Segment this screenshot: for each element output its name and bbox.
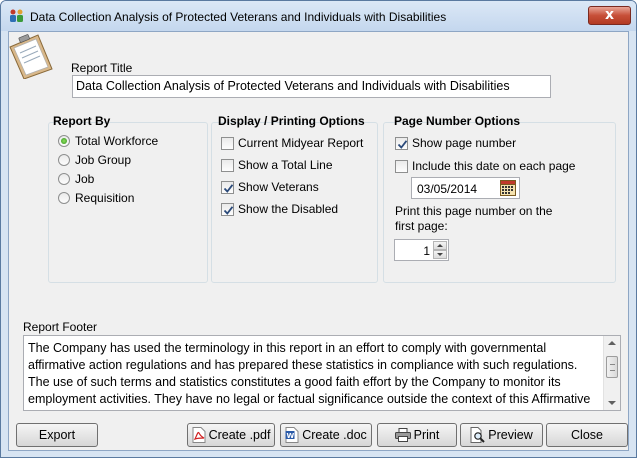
- window-title: Data Collection Analysis of Protected Ve…: [30, 10, 447, 24]
- button-label: Create .pdf: [208, 428, 271, 442]
- create-doc-button[interactable]: W Create .doc: [280, 423, 372, 447]
- checkbox-label: Show the Disabled: [238, 202, 339, 216]
- page-number-heading: Page Number Options: [394, 114, 521, 128]
- date-picker-field[interactable]: 03/05/2014: [411, 177, 520, 199]
- clipboard-icon: [9, 34, 53, 79]
- dialog-window: Data Collection Analysis of Protected Ve…: [0, 0, 637, 458]
- close-button[interactable]: Close: [546, 423, 628, 447]
- report-by-heading: Report By: [53, 114, 111, 128]
- radio-label: Job: [75, 172, 95, 186]
- checkmark-icon: [395, 137, 408, 150]
- checkbox-icon: [221, 137, 234, 150]
- first-page-number-label: Print this page number on the first page…: [395, 204, 553, 233]
- checkmark-icon: [221, 181, 234, 194]
- export-button[interactable]: Export: [16, 423, 98, 447]
- button-label: Preview: [488, 428, 533, 442]
- title-bar[interactable]: Data Collection Analysis of Protected Ve…: [1, 1, 636, 31]
- button-label: Export: [38, 428, 76, 442]
- date-value: 03/05/2014: [417, 182, 478, 196]
- radio-icon: [58, 154, 70, 166]
- first-page-number-spinner[interactable]: 1: [394, 239, 449, 261]
- checkbox-label: Show a Total Line: [238, 158, 333, 172]
- report-title-label: Report Title: [71, 61, 133, 75]
- svg-text:W: W: [287, 432, 295, 440]
- scroll-up-arrow-icon[interactable]: [608, 341, 616, 345]
- app-people-icon: [10, 9, 23, 22]
- report-footer-textarea[interactable]: The Company has used the terminology in …: [23, 335, 621, 411]
- radio-selected-icon: [58, 135, 70, 147]
- checkbox-label: Current Midyear Report: [238, 136, 364, 150]
- scroll-down-arrow-icon[interactable]: [608, 401, 616, 405]
- printer-icon: [394, 427, 411, 442]
- create-pdf-button[interactable]: Create .pdf: [187, 423, 275, 447]
- checkbox-label: Include this date on each page: [412, 159, 576, 173]
- radio-icon: [58, 173, 70, 185]
- report-title-input[interactable]: Data Collection Analysis of Protected Ve…: [72, 75, 551, 98]
- button-label: Create .doc: [302, 428, 367, 442]
- button-label: Print: [413, 428, 440, 442]
- close-icon: x: [604, 7, 615, 23]
- radio-label: Job Group: [75, 153, 132, 167]
- display-options-heading: Display / Printing Options: [218, 114, 365, 128]
- checkbox-icon: [395, 160, 408, 173]
- radio-icon: [58, 192, 70, 204]
- calendar-icon[interactable]: [500, 180, 516, 196]
- first-page-number-value: 1: [423, 244, 430, 258]
- report-footer-text: The Company has used the terminology in …: [28, 341, 591, 410]
- window-close-button[interactable]: x: [588, 6, 631, 25]
- spin-up-arrow-icon[interactable]: [433, 241, 447, 250]
- checkbox-icon: [221, 159, 234, 172]
- radio-label: Total Workforce: [75, 134, 159, 148]
- scroll-thumb[interactable]: [606, 356, 618, 378]
- word-doc-icon: W: [285, 426, 299, 443]
- spin-down-arrow-icon[interactable]: [433, 250, 447, 259]
- print-button[interactable]: Print: [377, 423, 457, 447]
- preview-button[interactable]: Preview: [460, 423, 543, 447]
- report-footer-label: Report Footer: [23, 320, 98, 334]
- checkmark-icon: [221, 203, 234, 216]
- magnifier-page-icon: [470, 426, 485, 443]
- checkbox-label: Show Veterans: [238, 180, 319, 194]
- footer-scrollbar[interactable]: [603, 336, 620, 410]
- pdf-file-icon: [192, 426, 206, 443]
- radio-label: Requisition: [75, 191, 135, 205]
- button-label: Close: [571, 428, 603, 442]
- checkbox-label: Show page number: [412, 136, 517, 150]
- dialog-client-area: Report Title Data Collection Analysis of…: [8, 31, 629, 451]
